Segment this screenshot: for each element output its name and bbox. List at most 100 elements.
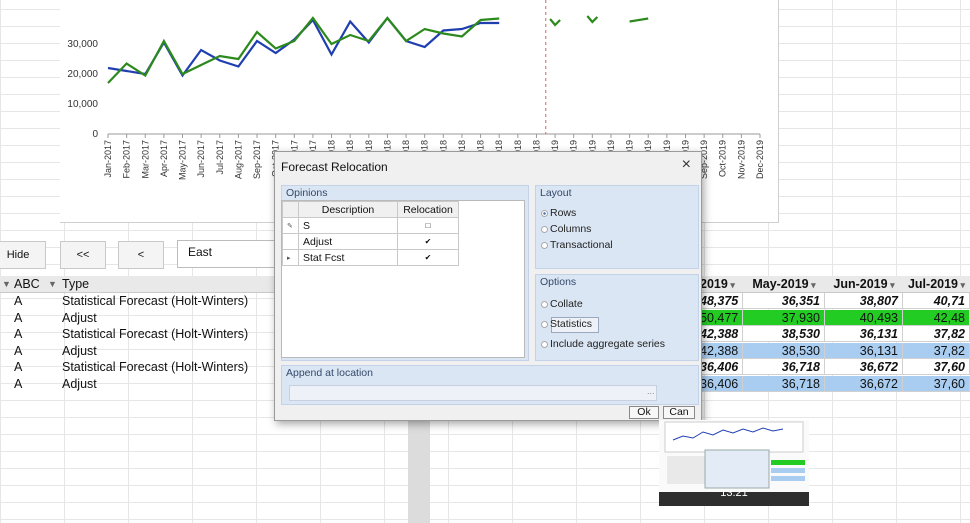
value-cell[interactable]: 40,493: [825, 309, 903, 326]
abc-cell: A: [14, 343, 23, 358]
layout-label: Layout: [540, 187, 572, 199]
y-tick-label: 10,000: [67, 99, 98, 110]
type-cell: Adjust: [62, 343, 97, 358]
forecast-point: [586, 15, 599, 24]
abc-cell: A: [14, 360, 23, 374]
option-collate[interactable]: Collate: [541, 298, 583, 310]
first-page-label: <<: [76, 249, 90, 261]
value-cell[interactable]: 42,48: [903, 309, 970, 326]
first-page-button[interactable]: <<: [60, 241, 106, 269]
value-cell[interactable]: 36,672: [825, 375, 903, 392]
filter-dropdown-icon[interactable]: ▾: [809, 280, 816, 290]
x-tick-label: Aug-2017: [233, 140, 243, 179]
x-tick-label: Feb-2017: [122, 140, 132, 179]
month-header[interactable]: May-2019 ▾: [743, 276, 825, 293]
radio-label: Columns: [550, 223, 592, 235]
filter-dropdown-icon[interactable]: ▾: [888, 280, 895, 290]
month-header[interactable]: 2019 ▾: [700, 276, 743, 293]
description-cell[interactable]: Adjust: [298, 233, 398, 250]
filter-dropdown-icon[interactable]: ▾: [728, 280, 735, 290]
type-cell: Adjust: [62, 310, 97, 325]
option-statistics[interactable]: Statistics: [541, 318, 592, 330]
append-location-field[interactable]: [289, 385, 657, 401]
value-cell[interactable]: 36,406: [700, 375, 743, 392]
grid-corner: [282, 201, 299, 218]
value-cell[interactable]: 36,672: [825, 359, 903, 375]
close-icon[interactable]: ×: [682, 156, 691, 174]
layout-radio-rows[interactable]: Rows: [541, 207, 576, 219]
forecast-relocation-dialog: Forecast Relocation × Opinions Descripti…: [274, 151, 702, 421]
value-cell[interactable]: 40,71: [903, 293, 970, 309]
description-cell[interactable]: Stat Fcst: [298, 249, 398, 266]
month-header-label: May-2019: [752, 277, 809, 291]
month-header-label: Jun-2019: [833, 277, 888, 291]
x-tick-label: Jun-2017: [196, 140, 206, 178]
month-header-label: 2019: [700, 277, 728, 291]
scroll-strip: [408, 421, 430, 523]
value-cell[interactable]: 36,718: [743, 359, 825, 375]
value-cell[interactable]: 36,406: [700, 359, 743, 375]
cancel-button[interactable]: Can: [663, 406, 695, 419]
header-abc: ABC: [14, 277, 40, 291]
thumbnail-chart: [664, 421, 805, 489]
video-timestamp: 13:21: [720, 487, 748, 499]
value-cell[interactable]: 37,82: [903, 342, 970, 359]
value-cell[interactable]: 36,131: [825, 326, 903, 342]
layout-radio-columns[interactable]: Columns: [541, 223, 591, 235]
value-cell[interactable]: 36,718: [743, 375, 825, 392]
description-cell[interactable]: S: [298, 217, 398, 234]
value-cell[interactable]: 42,388: [700, 326, 743, 342]
radio-icon: [541, 241, 548, 249]
x-tick-label: Jul-2017: [215, 140, 225, 175]
ok-button[interactable]: Ok: [629, 406, 659, 419]
relocation-checkbox[interactable]: □: [397, 217, 459, 234]
value-cell[interactable]: 38,530: [743, 342, 825, 359]
radio-icon: [541, 300, 548, 308]
month-header[interactable]: Jun-2019 ▾: [825, 276, 903, 293]
relocation-checkbox[interactable]: ✔: [397, 249, 459, 266]
option-include-aggregate-series[interactable]: Include aggregate series: [541, 338, 665, 350]
value-cell[interactable]: 36,131: [825, 342, 903, 359]
video-preview-thumbnail[interactable]: 13:21: [659, 420, 809, 506]
value-cell[interactable]: 42,388: [700, 342, 743, 359]
dialog-title: Forecast Relocation: [281, 160, 388, 174]
value-cell[interactable]: 38,530: [743, 326, 825, 342]
append-label: Append at location: [286, 367, 373, 379]
month-header[interactable]: Jul-2019 ▾: [903, 276, 970, 293]
abc-cell: A: [14, 376, 23, 391]
type-cell: Statistical Forecast (Holt-Winters): [62, 360, 249, 374]
hide-button[interactable]: Hide: [0, 241, 46, 269]
previous-button[interactable]: <: [118, 241, 164, 269]
radio-label: Transactional: [550, 239, 613, 251]
abc-cell: A: [14, 327, 23, 341]
value-cell[interactable]: 37,60: [903, 359, 970, 375]
value-cell[interactable]: 37,60: [903, 375, 970, 392]
x-tick-label: Dec-2019: [755, 140, 765, 179]
row-marker: [282, 233, 299, 250]
grid-header-relocation: Relocation: [397, 201, 459, 218]
value-cell[interactable]: 36,351: [743, 293, 825, 309]
grid-row[interactable]: Adjust ✔: [282, 233, 459, 250]
filter-dropdown-icon[interactable]: ▾: [958, 280, 966, 290]
filter-dropdown-icon[interactable]: ▼: [2, 276, 11, 292]
value-cell[interactable]: 38,807: [825, 293, 903, 309]
month-header-label: Jul-2019: [907, 277, 958, 291]
value-cell[interactable]: 50,477: [700, 309, 743, 326]
option-label: Include aggregate series: [550, 338, 665, 350]
value-cell[interactable]: 37,82: [903, 326, 970, 342]
options-label: Options: [540, 276, 577, 288]
abc-filter-dropdown-icon[interactable]: ▼: [48, 276, 57, 292]
value-cell[interactable]: 37,930: [743, 309, 825, 326]
grid-row[interactable]: ✎ S □: [282, 217, 459, 234]
opinions-table: Description Relocation ✎ S □ Adjust ✔ ▸ Stat F…: [282, 201, 459, 266]
abc-cell: A: [14, 294, 23, 308]
grid-row[interactable]: ▸ Stat Fcst ✔: [282, 249, 459, 266]
layout-radio-transactional[interactable]: Transactional: [541, 239, 613, 251]
append-browse-button[interactable]: ...: [647, 386, 655, 396]
x-tick-label: Oct-2019: [718, 140, 728, 177]
region-selector[interactable]: East: [177, 240, 287, 268]
opinions-grid[interactable]: Description Relocation ✎ S □ Adjust ✔ ▸ Stat F…: [281, 200, 525, 358]
opinions-label: Opinions: [286, 187, 328, 199]
value-cell[interactable]: 48,375: [700, 293, 743, 309]
relocation-checkbox[interactable]: ✔: [397, 233, 459, 250]
